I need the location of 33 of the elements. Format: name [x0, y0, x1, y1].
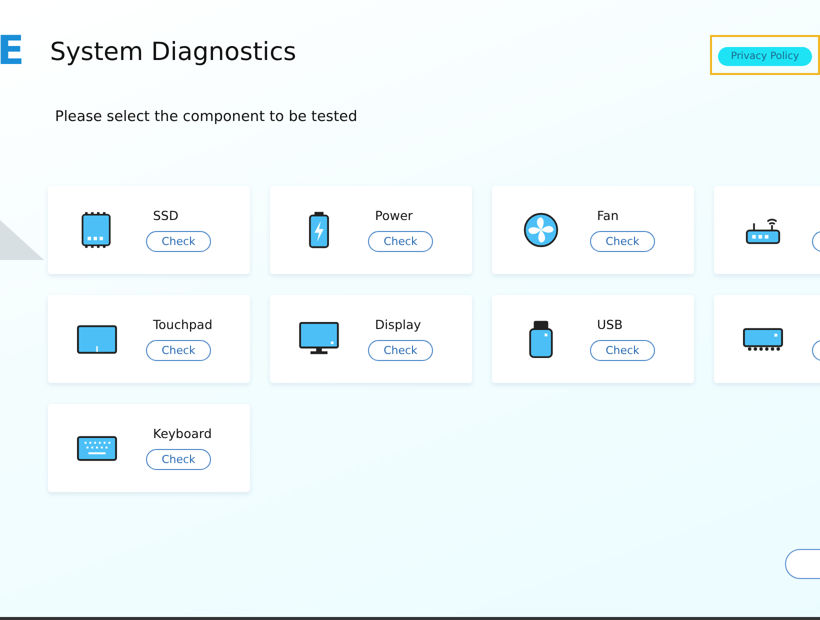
fan-icon: [523, 212, 559, 248]
router-icon: [745, 216, 781, 244]
component-card[interactable]: SSD Check: [48, 186, 250, 274]
component-card[interactable]: USB Check: [492, 295, 694, 383]
component-name: Display: [375, 317, 422, 332]
instruction-text: Please select the component to be tested: [55, 109, 358, 125]
usb-drive-icon: [528, 320, 554, 358]
check-button[interactable]: Check: [368, 231, 433, 252]
privacy-policy-button[interactable]: Privacy Policy: [718, 47, 812, 66]
touchpad-icon: [77, 324, 117, 354]
logo: E: [0, 31, 26, 71]
keyboard-icon: [77, 436, 117, 460]
battery-icon: [308, 211, 330, 249]
component-card[interactable]: Display Check: [270, 295, 472, 383]
component-name: SSD: [153, 208, 178, 223]
check-button[interactable]: Check: [590, 340, 655, 361]
check-button[interactable]: Check: [368, 340, 433, 361]
page-title: System Diagnostics: [50, 36, 298, 66]
component-card[interactable]: Fan Check: [492, 186, 694, 274]
component-name: Fan: [597, 208, 619, 223]
component-name: Keyboard: [153, 426, 212, 441]
check-button[interactable]: Check: [146, 449, 211, 470]
component-card[interactable]: Touchpad Check: [48, 295, 250, 383]
component-name: Touchpad: [153, 317, 212, 332]
port-strip-icon: [743, 326, 783, 352]
monitor-icon: [299, 322, 339, 356]
component-name: Power: [375, 208, 413, 223]
check-button[interactable]: Check: [590, 231, 655, 252]
component-card[interactable]: Keyboard Check: [48, 404, 250, 492]
component-card[interactable]: Power Check: [270, 186, 472, 274]
component-name: USB: [597, 317, 623, 332]
check-button[interactable]: Check: [146, 231, 211, 252]
check-button[interactable]: Check: [146, 340, 211, 361]
